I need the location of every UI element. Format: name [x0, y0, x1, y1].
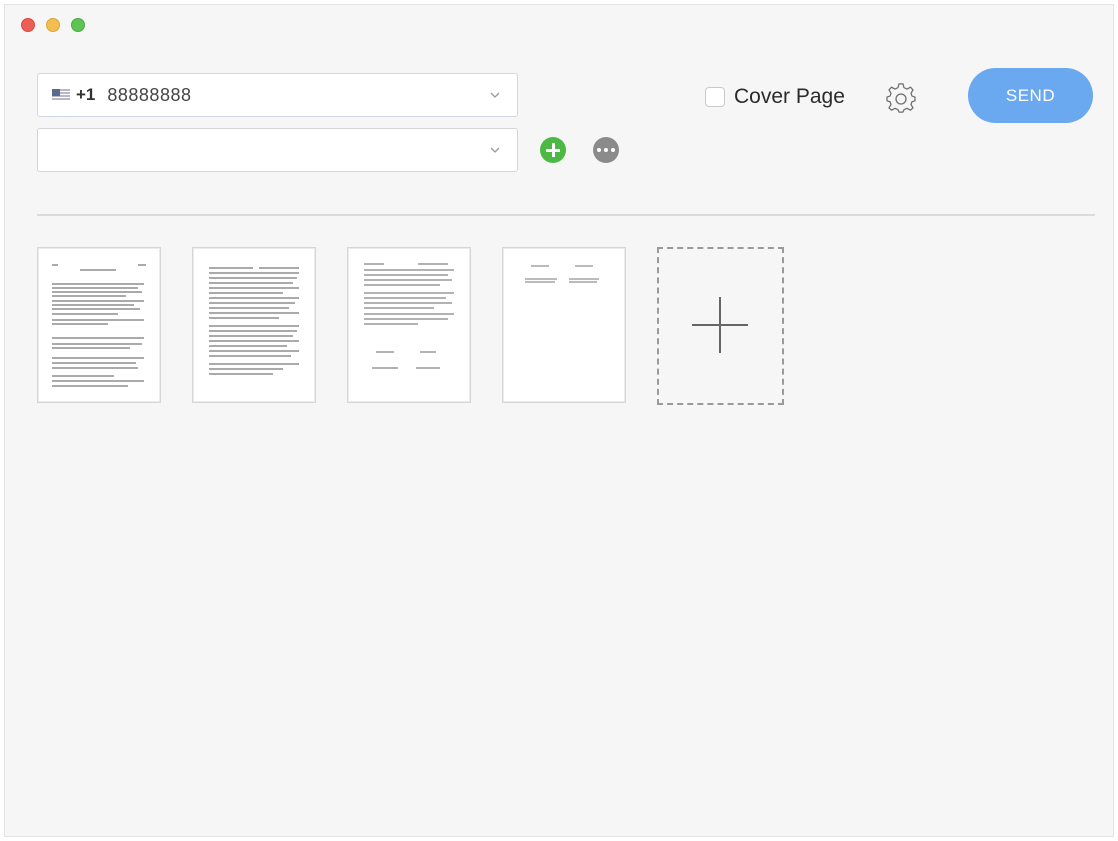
document-preview: [209, 267, 299, 375]
plus-icon: [692, 297, 748, 353]
window-controls: [21, 18, 85, 32]
add-recipient-button[interactable]: [540, 137, 566, 163]
add-page-button[interactable]: [657, 247, 784, 405]
document-preview: [364, 263, 454, 369]
document-preview: [525, 265, 599, 283]
fax-window: +1 88888888 Cover Page SEND: [4, 4, 1114, 837]
page-thumbnail-4[interactable]: [502, 247, 626, 403]
chevron-down-icon: [490, 147, 500, 153]
page-thumbnail-2[interactable]: [192, 247, 316, 403]
page-thumbnails: [37, 247, 784, 405]
cover-page-option[interactable]: Cover Page: [705, 85, 845, 109]
minimize-window-button[interactable]: [46, 18, 60, 32]
plus-circle-icon: [546, 143, 560, 157]
cover-page-checkbox[interactable]: [705, 87, 725, 107]
page-thumbnail-1[interactable]: [37, 247, 161, 403]
cover-page-label: Cover Page: [734, 85, 845, 108]
page-thumbnail-3[interactable]: [347, 247, 471, 403]
phone-number: 88888888: [107, 84, 192, 105]
divider: [37, 214, 1095, 216]
send-button[interactable]: SEND: [968, 68, 1093, 123]
document-preview: [52, 264, 146, 387]
maximize-window-button[interactable]: [71, 18, 85, 32]
ellipsis-circle-icon: [597, 148, 615, 152]
country-code: +1: [76, 85, 96, 104]
gear-icon[interactable]: [885, 83, 917, 115]
us-flag-icon: [52, 89, 70, 101]
close-window-button[interactable]: [21, 18, 35, 32]
chevron-down-icon: [490, 92, 500, 98]
recipient-number-select[interactable]: +1 88888888: [37, 73, 518, 117]
more-options-button[interactable]: [593, 137, 619, 163]
second-recipient-select[interactable]: [37, 128, 518, 172]
